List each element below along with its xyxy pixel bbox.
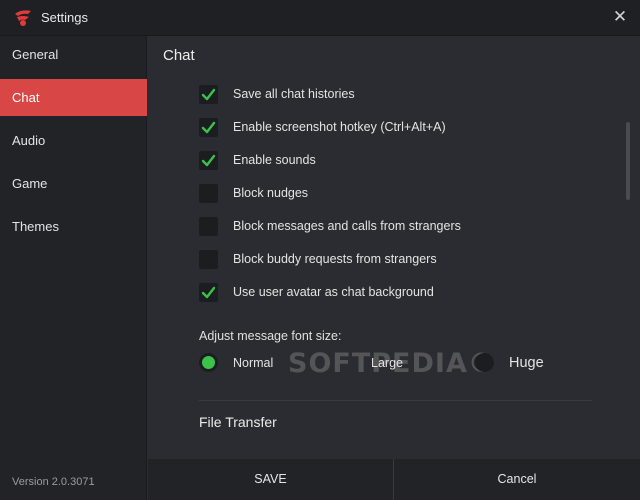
- option-label: Enable screenshot hotkey (Ctrl+Alt+A): [233, 120, 446, 134]
- font-size-huge-label: Huge: [509, 355, 544, 371]
- title-bar: Settings ✕: [0, 0, 640, 36]
- font-size-large-radio[interactable]: [337, 353, 356, 372]
- font-size-normal-label: Normal: [233, 356, 274, 370]
- option-row: Use user avatar as chat background: [199, 283, 599, 303]
- avatar-background-checkbox[interactable]: [199, 283, 218, 302]
- sidebar-item-audio[interactable]: Audio: [0, 122, 147, 159]
- checkmark-icon: [201, 121, 216, 134]
- version-label: Version 2.0.3071: [12, 476, 95, 488]
- font-size-label: Adjust message font size:: [199, 329, 342, 343]
- option-row: Enable screenshot hotkey (Ctrl+Alt+A): [199, 118, 599, 138]
- font-size-large-label: Large: [371, 356, 403, 370]
- footer-bar: SAVE Cancel: [148, 459, 640, 500]
- option-label: Enable sounds: [233, 153, 316, 167]
- checkmark-icon: [201, 154, 216, 167]
- sidebar-item-chat[interactable]: Chat: [0, 79, 147, 116]
- checkmark-icon: [201, 286, 216, 299]
- save-histories-checkbox[interactable]: [199, 85, 218, 104]
- option-row: Block buddy requests from strangers: [199, 250, 599, 270]
- option-label: Block messages and calls from strangers: [233, 219, 461, 233]
- save-button[interactable]: SAVE: [148, 459, 393, 500]
- section-divider: [199, 400, 592, 401]
- option-label: Use user avatar as chat background: [233, 285, 434, 299]
- section-title: Chat: [163, 47, 195, 64]
- option-row: Save all chat histories: [199, 85, 599, 105]
- font-size-huge-radio[interactable]: [475, 353, 494, 372]
- option-label: Block nudges: [233, 186, 309, 200]
- file-transfer-title: File Transfer: [199, 414, 277, 430]
- option-row: Enable sounds: [199, 151, 599, 171]
- sidebar-item-general[interactable]: General: [0, 36, 147, 73]
- screenshot-hotkey-checkbox[interactable]: [199, 118, 218, 137]
- sidebar-item-themes[interactable]: Themes: [0, 208, 147, 245]
- enable-sounds-checkbox[interactable]: [199, 151, 218, 170]
- close-icon[interactable]: ✕: [612, 8, 628, 26]
- option-row: Block messages and calls from strangers: [199, 217, 599, 237]
- chat-settings-panel: Chat Save all chat histories Enable scre…: [148, 36, 640, 459]
- sidebar: General Chat Audio Game Themes Version 2…: [0, 36, 147, 500]
- radio-selected-dot: [202, 356, 215, 369]
- font-size-normal-radio[interactable]: [199, 353, 218, 372]
- app-logo-icon: [15, 10, 31, 26]
- cancel-button[interactable]: Cancel: [394, 459, 640, 500]
- window-title: Settings: [41, 10, 88, 25]
- option-label: Block buddy requests from strangers: [233, 252, 437, 266]
- block-buddy-requests-checkbox[interactable]: [199, 250, 218, 269]
- block-nudges-checkbox[interactable]: [199, 184, 218, 203]
- block-strangers-checkbox[interactable]: [199, 217, 218, 236]
- scrollbar-thumb[interactable]: [626, 122, 630, 200]
- checkmark-icon: [201, 88, 216, 101]
- option-row: Block nudges: [199, 184, 599, 204]
- sidebar-item-game[interactable]: Game: [0, 165, 147, 202]
- option-label: Save all chat histories: [233, 87, 355, 101]
